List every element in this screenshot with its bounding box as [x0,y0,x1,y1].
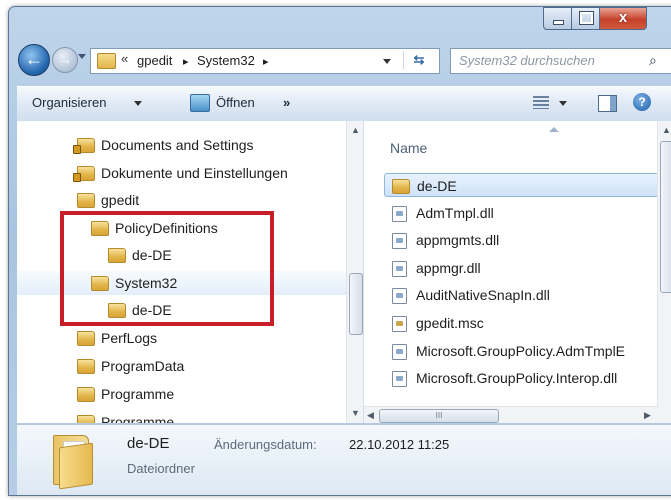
minimize-button[interactable] [543,7,572,30]
details-item-name: de-DE [127,435,170,452]
file-name-label: AdmTmpl.dll [416,204,494,221]
dll-file-icon [392,260,407,277]
file-list[interactable]: Name de-DE AdmTmpl.dll appmgmts.dll appmgr.… [364,121,671,423]
scroll-up-icon[interactable]: ▲ [662,125,671,135]
scrollbar-thumb[interactable] [349,273,363,335]
file-list-item[interactable]: appmgmts.dll [384,228,659,252]
details-modified-value: 22.10.2012 11:25 [349,437,450,452]
file-list-item[interactable]: de-DE [384,173,659,197]
tree-item-label: Documents and Settings [101,137,254,153]
chevron-down-icon [134,101,142,106]
dll-file-icon [392,371,407,388]
maximize-button[interactable] [571,7,600,30]
scroll-down-icon[interactable]: ▼ [351,408,360,418]
file-list-item[interactable]: appmgr.dll [384,256,659,280]
scrollbar-thumb[interactable] [660,141,671,293]
close-button[interactable]: x [599,7,647,30]
folder-thumbnail-icon [53,435,95,490]
maximize-icon [579,11,594,25]
dll-file-icon [392,288,407,305]
tree-item-label: Programme [101,386,175,402]
folder-icon [77,387,95,402]
dll-file-icon [392,233,407,250]
locked-folder-icon [73,138,95,154]
breadcrumb-separator-icon[interactable]: ▸ [263,55,269,68]
file-name-label: Microsoft.GroupPolicy.Interop.dll [416,370,618,387]
address-history-dropdown-icon[interactable] [383,59,391,64]
sort-ascending-icon [549,127,559,132]
tree-item-label: Programme [101,414,175,423]
highlight-box [60,211,274,326]
recent-pages-dropdown-icon[interactable] [78,54,86,59]
dll-file-icon [392,205,407,222]
file-list-horizontal-scrollbar[interactable]: ◀ III ▶ [364,406,659,423]
search-placeholder: System32 durchsuchen [459,53,595,68]
console-file-icon [392,316,407,332]
search-box[interactable]: System32 durchsuchen ⌕ [450,48,671,74]
file-name-label: appmgr.dll [416,259,481,276]
file-list-item[interactable]: Microsoft.GroupPolicy.AdmTmplE [384,339,659,363]
details-modified-label: Änderungsdatum: [214,437,317,452]
file-list-item[interactable]: AuditNativeSnapIn.dll [384,283,659,307]
folder-icon [77,359,95,374]
dll-file-icon [392,343,407,360]
scroll-left-icon[interactable]: ◀ [367,410,374,421]
file-name-label: AuditNativeSnapIn.dll [416,287,550,304]
breadcrumb-separator-icon[interactable]: ▸ [183,55,189,68]
column-header-row: Name [364,121,659,163]
preview-pane-icon[interactable] [598,95,617,112]
search-icon[interactable]: ⌕ [649,52,657,69]
breadcrumb-system32[interactable]: System32 [197,53,255,68]
close-icon: x [618,9,628,26]
file-name-label: appmgmts.dll [416,232,500,249]
address-bar[interactable]: « gpedit ▸ System32 ▸ ⇆ [90,48,440,74]
change-view-icon[interactable] [533,96,549,109]
refresh-button[interactable]: ⇆ [403,51,434,69]
file-list-vertical-scrollbar[interactable]: ▲ [657,121,671,423]
back-button[interactable]: ← [18,44,50,76]
locked-folder-icon [73,166,95,182]
minimize-icon [553,20,564,25]
breadcrumb-gpedit[interactable]: gpedit [137,53,172,68]
column-header-name[interactable]: Name [390,140,427,156]
folder-icon [392,179,410,194]
tree-item-label: ProgramData [101,358,185,374]
folder-icon [77,331,95,346]
file-name-label: Microsoft.GroupPolicy.AdmTmplE [416,342,626,359]
scroll-right-icon[interactable]: ▶ [644,410,651,421]
organize-menu-button[interactable]: Organisieren [32,95,106,110]
chevron-down-icon[interactable] [559,101,567,106]
details-pane: de-DE Dateiordner Änderungsdatum: 22.10.… [17,424,671,495]
file-name-label: de-DE [417,178,457,194]
file-list-item[interactable]: gpedit.msc [384,311,659,335]
folder-icon [97,53,116,69]
scroll-up-icon[interactable]: ▲ [351,125,360,135]
open-button[interactable]: Öffnen [216,95,255,110]
tree-item-label: gpedit [101,192,140,208]
more-commands-button[interactable]: » [283,95,290,110]
folder-icon [77,415,95,423]
open-folder-icon [190,94,210,112]
address-overflow-chevron[interactable]: « [121,51,128,66]
tree-vertical-scrollbar[interactable]: ▲ ▼ [346,121,363,423]
tree-item-label: Dokumente und Einstellungen [101,165,288,181]
details-item-type: Dateiordner [127,461,195,476]
file-list-item[interactable]: AdmTmpl.dll [384,201,659,225]
command-bar: Organisieren Öffnen » ? [17,86,671,122]
forward-button[interactable]: → [52,47,78,73]
file-list-item[interactable]: Microsoft.GroupPolicy.Interop.dll [384,366,659,390]
tree-item-label: PerfLogs [101,330,158,346]
scrollbar-thumb[interactable]: III [379,409,499,423]
folder-icon [77,193,95,208]
help-icon[interactable]: ? [633,93,651,111]
file-name-label: gpedit.msc [416,315,484,331]
